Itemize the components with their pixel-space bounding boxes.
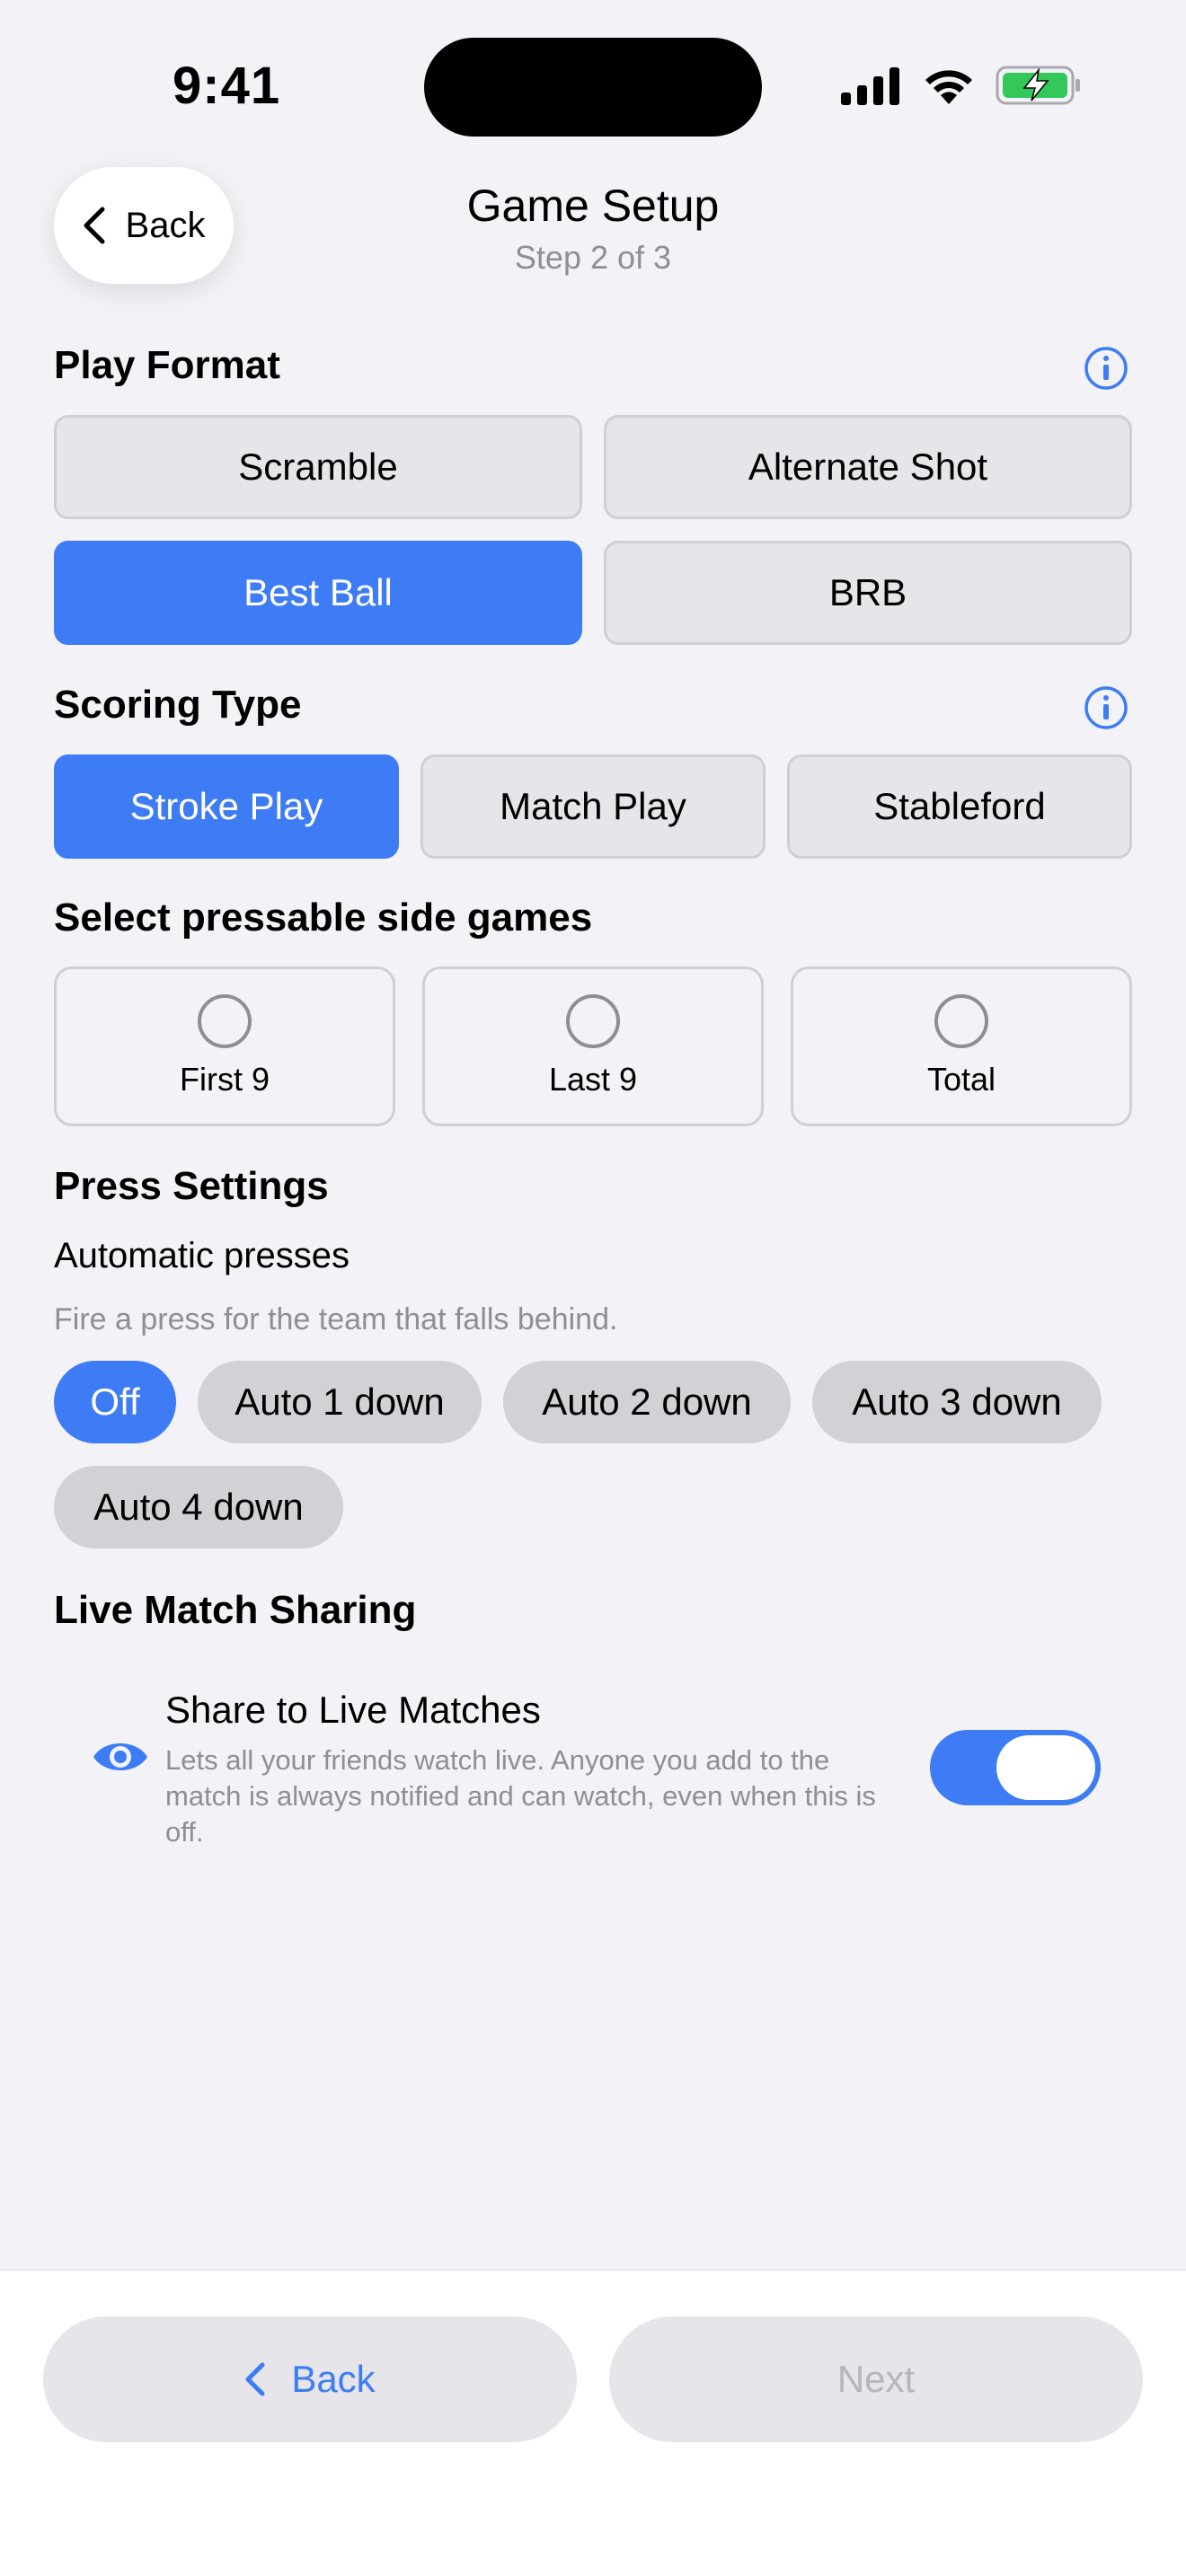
press-option-auto-3-down[interactable]: Auto 3 down: [812, 1361, 1102, 1443]
eye-icon: [93, 1743, 147, 1770]
toggle-knob: [996, 1735, 1095, 1800]
play-format-best-ball[interactable]: Best Ball: [54, 541, 582, 645]
page-title: Game Setup: [466, 181, 720, 231]
play-format-alternate-shot[interactable]: Alternate Shot: [604, 415, 1132, 519]
radio-unchecked-icon: [566, 994, 620, 1048]
play-format-brb[interactable]: BRB: [604, 541, 1132, 645]
live-sharing-title: Live Match Sharing: [54, 1588, 417, 1632]
side-game-first-9[interactable]: First 9: [54, 966, 395, 1126]
footer-back-label: Back: [291, 2358, 376, 2400]
side-games-title: Select pressable side games: [54, 895, 593, 940]
press-option-off[interactable]: Off: [54, 1361, 176, 1443]
side-game-label: Total: [926, 1061, 996, 1098]
scoring-type-title: Scoring Type: [54, 683, 302, 727]
radio-unchecked-icon: [934, 994, 988, 1048]
side-game-total[interactable]: Total: [791, 966, 1132, 1126]
footer-next-button[interactable]: Next: [609, 2316, 1143, 2442]
automatic-presses-hint: Fire a press for the team that falls beh…: [54, 1302, 618, 1337]
status-icons: [839, 63, 1082, 108]
cellular-signal-icon: [841, 67, 899, 105]
side-game-label: Last 9: [548, 1061, 638, 1098]
battery-charging-icon: [996, 66, 1080, 105]
footer-back-button[interactable]: Back: [43, 2316, 577, 2442]
footer-bar: Back Next: [0, 2269, 1186, 2576]
share-live-toggle[interactable]: [930, 1730, 1101, 1805]
scoring-stableford[interactable]: Stableford: [787, 754, 1132, 859]
radio-unchecked-icon: [198, 994, 252, 1048]
press-option-auto-2-down[interactable]: Auto 2 down: [503, 1361, 791, 1443]
share-live-title: Share to Live Matches: [165, 1689, 541, 1731]
status-time: 9:41: [173, 57, 281, 115]
wifi-icon: [925, 70, 972, 104]
side-game-last-9[interactable]: Last 9: [422, 966, 764, 1126]
play-format-scramble[interactable]: Scramble: [54, 415, 582, 519]
status-bar: 9:41: [0, 0, 1186, 162]
play-format-info-icon[interactable]: [1083, 345, 1129, 392]
scoring-match-play[interactable]: Match Play: [420, 754, 766, 859]
share-live-description: Lets all your friends watch live. Anyone…: [165, 1744, 876, 1848]
press-option-auto-4-down[interactable]: Auto 4 down: [54, 1466, 343, 1548]
page-step-indicator: Step 2 of 3: [514, 239, 672, 276]
automatic-presses-title: Automatic presses: [54, 1236, 350, 1275]
scoring-type-info-icon[interactable]: [1083, 684, 1129, 731]
press-option-auto-1-down[interactable]: Auto 1 down: [198, 1361, 482, 1443]
chevron-left-icon: [245, 2362, 265, 2396]
press-settings-title: Press Settings: [54, 1164, 329, 1208]
scoring-stroke-play[interactable]: Stroke Play: [54, 754, 399, 859]
share-live-row: Share to Live Matches Lets all your frie…: [90, 1680, 1114, 1859]
dynamic-island: [424, 38, 762, 137]
side-game-label: First 9: [179, 1061, 270, 1098]
play-format-title: Play Format: [54, 343, 280, 387]
